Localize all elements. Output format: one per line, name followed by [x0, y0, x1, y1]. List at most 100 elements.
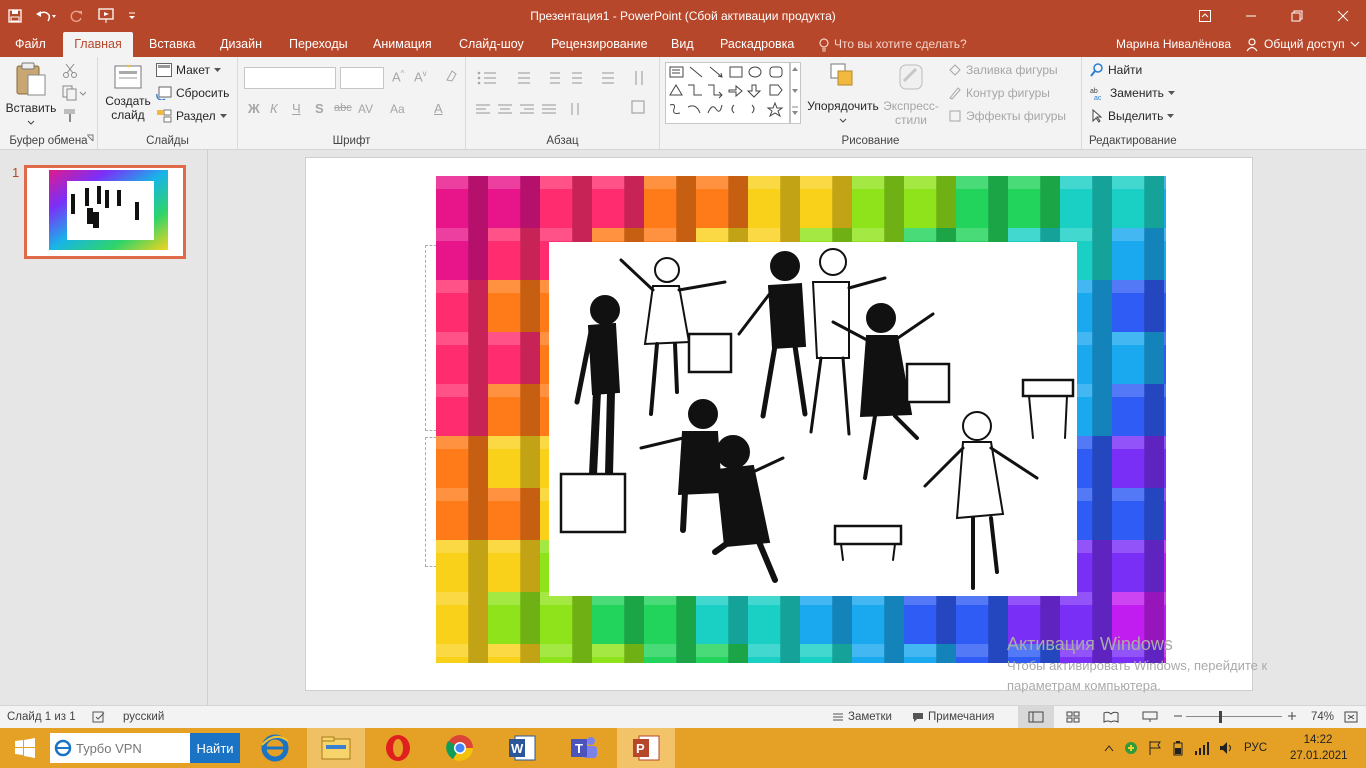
- taskbar-teams-icon[interactable]: T: [555, 728, 613, 768]
- fit-to-window-icon[interactable]: [1344, 711, 1358, 723]
- status-bar: Слайд 1 из 1 русский Заметки Примечания …: [0, 705, 1366, 728]
- shadow-button[interactable]: S: [315, 101, 324, 116]
- keyboard-language[interactable]: РУС: [1244, 742, 1267, 754]
- tab-animations[interactable]: Анимация: [369, 32, 436, 57]
- cut-icon[interactable]: [62, 63, 78, 82]
- comment-icon: [913, 712, 923, 722]
- dialog-launcher-icon[interactable]: [86, 131, 94, 145]
- svg-text:W: W: [511, 741, 524, 756]
- zoom-slider-thumb[interactable]: [1219, 711, 1222, 723]
- slide-counter[interactable]: Слайд 1 из 1: [7, 711, 76, 723]
- paragraph-buttons-icon[interactable]: [474, 69, 654, 125]
- taskbar-clock[interactable]: 14:22 27.01.2021: [1290, 732, 1348, 764]
- quick-styles-label-2: стили: [895, 113, 927, 127]
- group-clipboard: Вставить Буфер обмена: [0, 57, 98, 150]
- tell-me-box[interactable]: Что вы хотите сделать?: [818, 32, 967, 57]
- tab-insert[interactable]: Вставка: [145, 32, 199, 57]
- font-name-box[interactable]: [244, 67, 336, 89]
- comments-button[interactable]: Примечания: [912, 711, 994, 723]
- zoom-level[interactable]: 74%: [1311, 711, 1334, 723]
- taskbar-powerpoint-icon[interactable]: P: [617, 728, 675, 768]
- shape-fill-button[interactable]: Заливка фигуры: [948, 63, 1058, 77]
- volume-icon[interactable]: [1219, 740, 1235, 756]
- slideshow-view-icon[interactable]: [1142, 711, 1158, 723]
- tab-home[interactable]: Главная: [63, 32, 133, 57]
- shape-outline-button[interactable]: Контур фигуры: [948, 86, 1050, 100]
- battery-icon[interactable]: [1171, 740, 1185, 756]
- taskbar-search-box[interactable]: Турбо VPN: [50, 733, 190, 763]
- font-color-button[interactable]: A: [434, 101, 443, 116]
- redo-icon[interactable]: [64, 3, 90, 29]
- close-icon[interactable]: [1320, 0, 1366, 32]
- change-case-button[interactable]: Aa: [390, 102, 405, 116]
- ribbon-display-options-icon[interactable]: [1182, 0, 1228, 32]
- cursor-icon: [1092, 109, 1103, 123]
- increase-font-icon[interactable]: A^: [392, 69, 404, 84]
- spell-check-icon[interactable]: [92, 711, 106, 723]
- user-name[interactable]: Марина Нивалёнова: [1116, 32, 1231, 57]
- collapse-ribbon-icon[interactable]: [1350, 38, 1360, 52]
- tab-slideshow[interactable]: Слайд-шоу: [455, 32, 528, 57]
- minimize-icon[interactable]: [1228, 0, 1274, 32]
- slide-sorter-icon[interactable]: [1066, 711, 1080, 723]
- tab-storyboard[interactable]: Раскадровка: [716, 32, 798, 57]
- slide-canvas[interactable]: [305, 157, 1253, 691]
- quick-styles-button[interactable]: Экспресс- стили: [882, 61, 940, 127]
- shape-effects-button[interactable]: Эффекты фигуры: [948, 109, 1066, 123]
- arrange-button[interactable]: Упорядочить: [806, 61, 880, 127]
- strikethrough-button[interactable]: abc: [334, 102, 352, 114]
- copy-icon[interactable]: [62, 85, 87, 104]
- clear-formatting-icon[interactable]: [444, 68, 460, 87]
- new-slide-button[interactable]: Создать слайд: [104, 61, 152, 122]
- antivirus-icon[interactable]: [1123, 740, 1139, 756]
- flag-icon[interactable]: [1148, 740, 1162, 756]
- find-button[interactable]: Найти: [1090, 63, 1142, 77]
- network-icon[interactable]: [1194, 740, 1210, 756]
- section-button[interactable]: Раздел: [156, 109, 227, 123]
- underline-button[interactable]: Ч: [292, 101, 301, 116]
- customize-qat-icon[interactable]: [124, 3, 140, 29]
- taskbar-search-button[interactable]: Найти: [190, 733, 240, 763]
- notes-button[interactable]: Заметки: [832, 711, 892, 723]
- tab-file[interactable]: Файл: [11, 32, 50, 57]
- decrease-font-icon[interactable]: Av: [414, 69, 427, 84]
- normal-view-icon[interactable]: [1018, 706, 1054, 728]
- taskbar-opera-icon[interactable]: [369, 728, 427, 768]
- format-painter-icon[interactable]: [62, 107, 78, 126]
- zoom-out-icon[interactable]: [1173, 711, 1183, 721]
- reset-button[interactable]: Сбросить: [156, 86, 229, 100]
- restore-icon[interactable]: [1274, 0, 1320, 32]
- tab-review[interactable]: Рецензирование: [547, 32, 652, 57]
- taskbar-edge-icon[interactable]: [246, 728, 304, 768]
- paste-button[interactable]: Вставить: [4, 61, 58, 129]
- taskbar-explorer-icon[interactable]: [307, 728, 365, 768]
- taskbar-chrome-icon[interactable]: [431, 728, 489, 768]
- svg-text:P: P: [636, 741, 645, 756]
- language-indicator[interactable]: русский: [123, 711, 164, 723]
- bold-button[interactable]: Ж: [248, 101, 260, 116]
- replace-button[interactable]: ab ac Заменить: [1090, 86, 1175, 100]
- font-size-box[interactable]: [340, 67, 384, 89]
- tab-view[interactable]: Вид: [667, 32, 698, 57]
- slide-thumbnail[interactable]: [24, 165, 186, 259]
- layout-button[interactable]: Макет: [156, 63, 221, 77]
- taskbar-word-icon[interactable]: W: [493, 728, 551, 768]
- reading-view-icon[interactable]: [1103, 711, 1119, 723]
- zoom-slider[interactable]: [1186, 716, 1282, 717]
- select-button[interactable]: Выделить: [1090, 109, 1175, 123]
- children-playing-picture[interactable]: [549, 242, 1077, 596]
- zoom-in-icon[interactable]: [1287, 711, 1297, 721]
- show-hidden-icons-icon[interactable]: [1104, 744, 1114, 752]
- layout-label: Макет: [176, 63, 210, 77]
- share-button[interactable]: Общий доступ: [1246, 32, 1345, 57]
- tab-transitions[interactable]: Переходы: [285, 32, 352, 57]
- undo-icon[interactable]: [30, 3, 62, 29]
- character-spacing-button[interactable]: AV: [358, 102, 373, 116]
- slideshow-from-start-icon[interactable]: [92, 3, 122, 29]
- shapes-gallery[interactable]: [665, 62, 801, 124]
- tab-design[interactable]: Дизайн: [216, 32, 266, 57]
- save-icon[interactable]: [2, 3, 28, 29]
- layout-icon: [156, 63, 172, 77]
- italic-button[interactable]: К: [270, 101, 278, 116]
- start-button[interactable]: [0, 728, 50, 768]
